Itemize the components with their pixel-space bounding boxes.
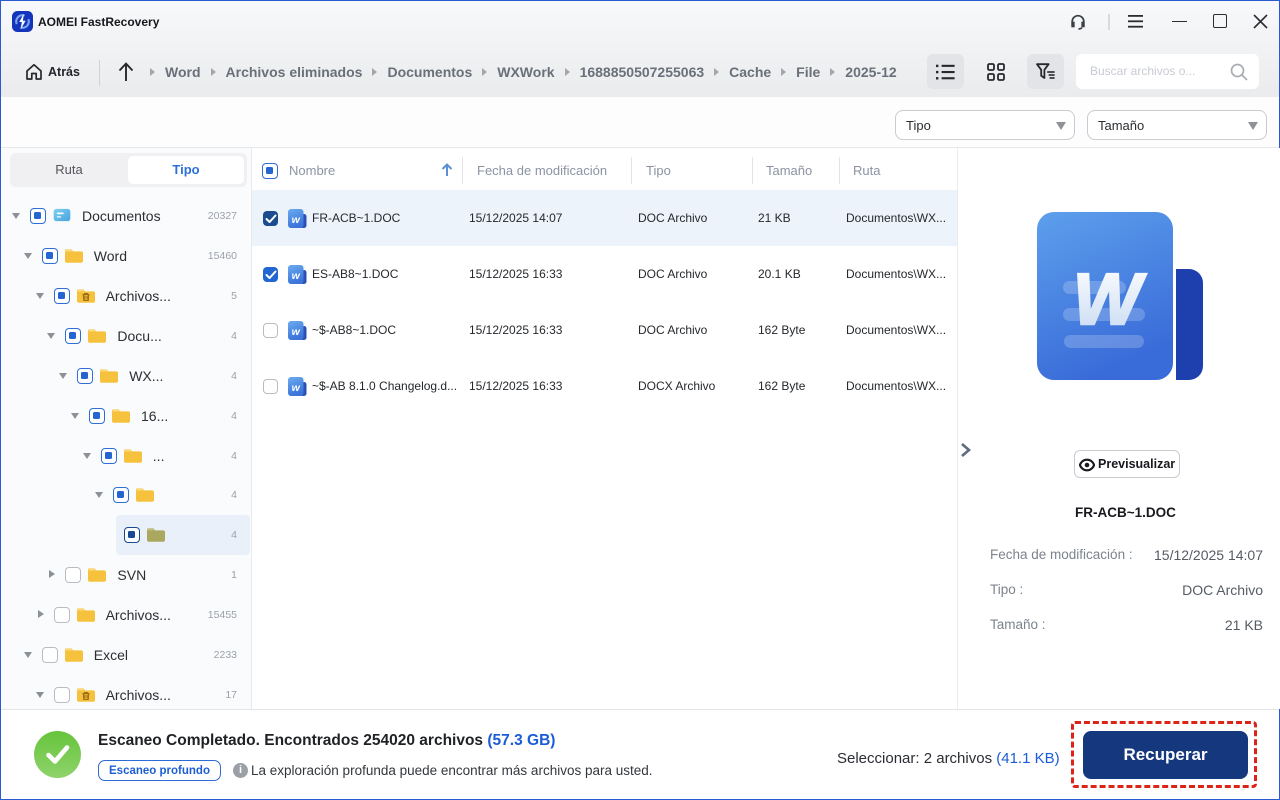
- svg-text:w: w: [292, 214, 301, 226]
- svg-text:w: w: [292, 382, 301, 394]
- svg-text:w: w: [292, 326, 301, 338]
- svg-text:w: w: [292, 270, 301, 282]
- svg-text:W: W: [1073, 260, 1147, 340]
